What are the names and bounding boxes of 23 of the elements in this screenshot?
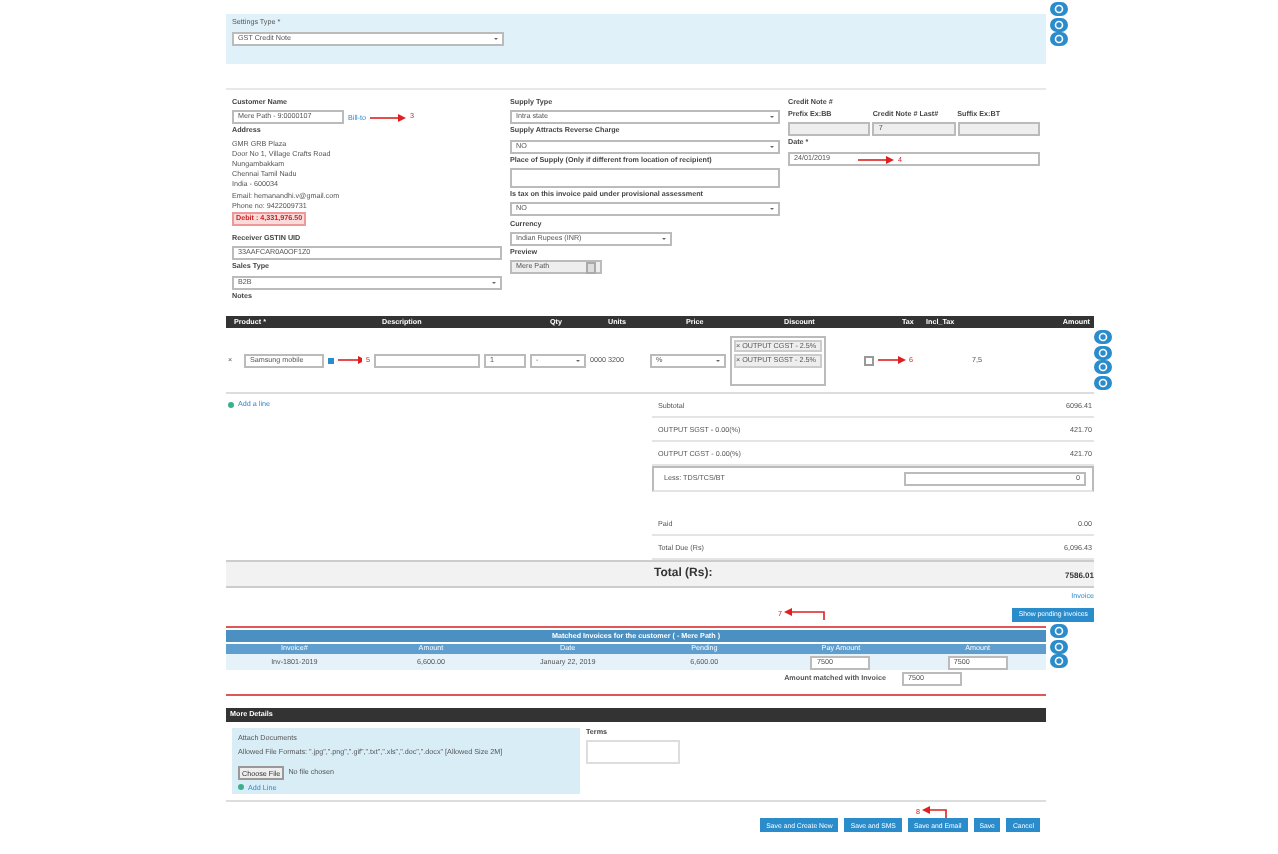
circle-button[interactable] [1094, 330, 1112, 344]
circle-button[interactable] [1050, 624, 1068, 638]
circle-button[interactable] [1050, 17, 1068, 31]
circle-button[interactable] [1050, 654, 1068, 668]
circle-button[interactable] [1094, 345, 1112, 359]
circle-button[interactable] [1094, 375, 1112, 389]
input-field[interactable] [510, 167, 780, 188]
annotation-arrow [784, 608, 828, 620]
tax-checkbox[interactable] [863, 355, 873, 365]
circle-button[interactable] [1094, 360, 1112, 374]
circle-button[interactable] [1050, 639, 1068, 653]
annotation-arrow [370, 113, 406, 122]
circle-button[interactable] [1050, 2, 1068, 16]
edit-icon[interactable] [328, 357, 334, 363]
annotation-arrow [877, 356, 905, 364]
circle-button[interactable] [1050, 32, 1068, 46]
input-field[interactable] [788, 122, 871, 137]
annotation-arrow [858, 156, 894, 165]
input-field[interactable] [957, 122, 1040, 137]
description-field[interactable] [374, 353, 480, 367]
terms-field[interactable] [586, 740, 680, 764]
annotation-arrow [922, 806, 950, 818]
annotation-arrow [337, 356, 362, 364]
